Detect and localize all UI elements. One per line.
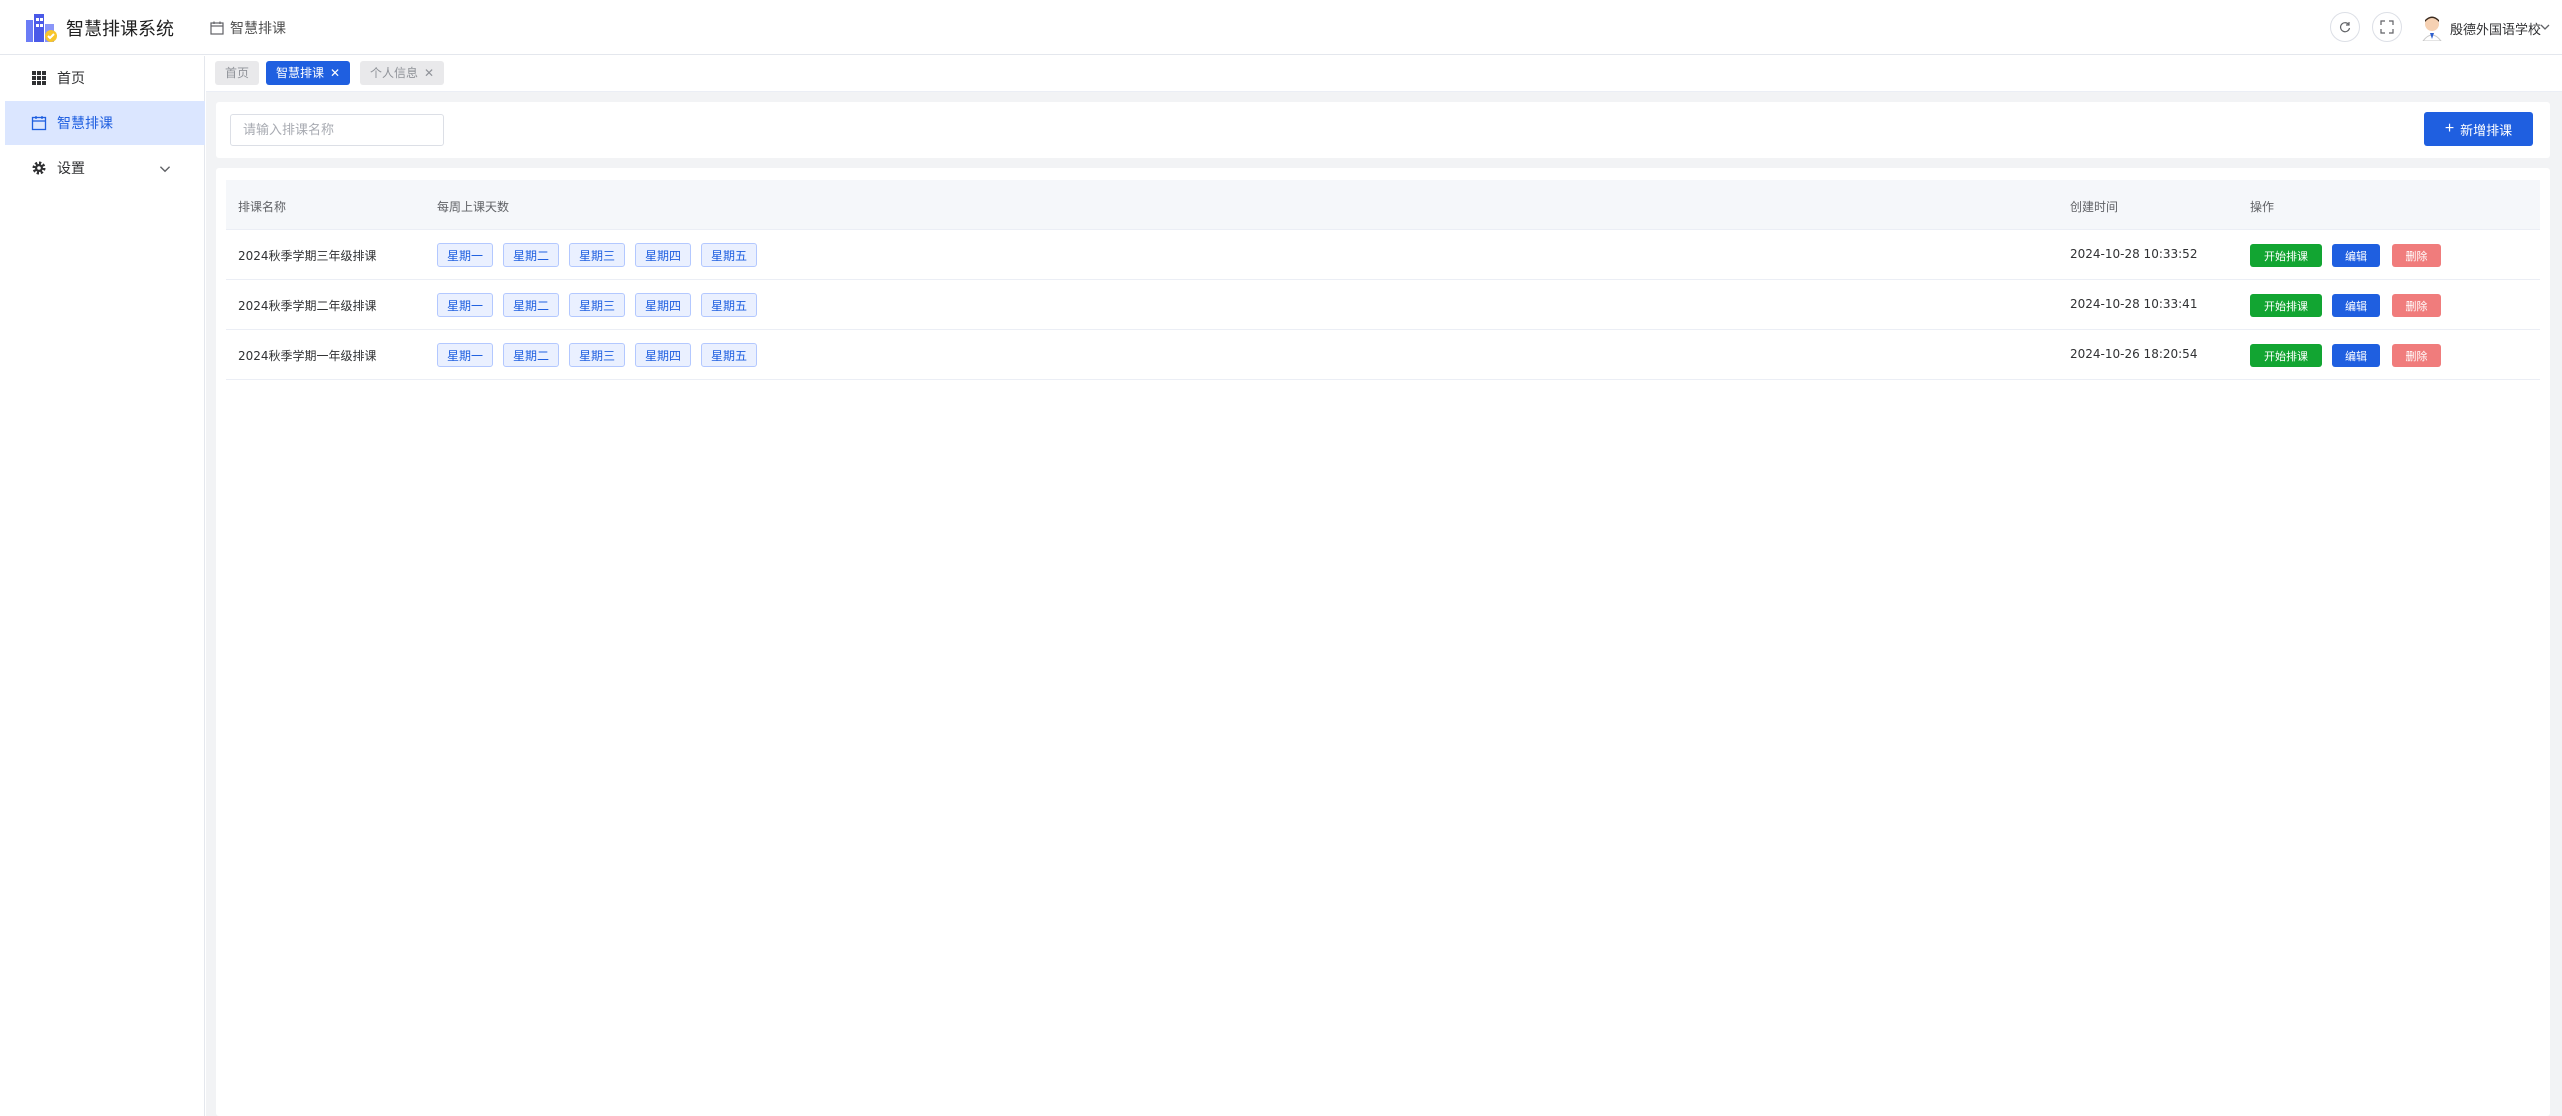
avatar[interactable] xyxy=(2418,13,2446,41)
calendar-icon xyxy=(210,21,224,35)
day-tag: 星期一 xyxy=(437,293,493,317)
tab-home[interactable]: 首页 xyxy=(215,61,260,85)
chevron-down-icon xyxy=(159,166,171,173)
sidebar-item-label: 设置 xyxy=(57,161,85,177)
tab-scheduling[interactable]: 智慧排课 ✕ xyxy=(266,61,351,85)
fullscreen-icon xyxy=(2380,20,2394,34)
created-time: 2024-10-26 18:20:54 xyxy=(2070,347,2198,361)
day-tag: 星期五 xyxy=(701,243,757,267)
day-tag: 星期二 xyxy=(503,343,559,367)
column-header-created: 创建时间 xyxy=(2070,200,2119,214)
refresh-button[interactable] xyxy=(2330,12,2360,42)
refresh-icon xyxy=(2339,22,2351,33)
column-header-name: 排课名称 xyxy=(238,200,287,214)
tab-label: 智慧排课 xyxy=(276,66,325,80)
search-card xyxy=(216,102,2550,158)
top-header: 智慧排课系统 智慧排课 殷德外国语学校 xyxy=(0,0,2562,55)
user-name[interactable]: 殷德外国语学校 xyxy=(2450,19,2541,38)
breadcrumb: 智慧排课 xyxy=(210,18,286,38)
schedule-name: 2024秋季学期二年级排课 xyxy=(238,299,377,313)
breadcrumb-label: 智慧排课 xyxy=(230,21,286,37)
edit-button[interactable]: 编辑 xyxy=(2332,344,2380,367)
app-root: 智慧排课系统 智慧排课 殷德外国语学校 首页 智慧排课 设置 首页 智慧排课 ✕… xyxy=(0,0,2562,1116)
day-tag: 星期五 xyxy=(701,343,757,367)
day-tag: 星期二 xyxy=(503,293,559,317)
grid-icon xyxy=(32,71,46,85)
calendar-icon xyxy=(31,116,47,131)
sidebar-item-scheduling[interactable]: 智慧排课 xyxy=(5,101,205,145)
fullscreen-button[interactable] xyxy=(2372,12,2402,42)
delete-button[interactable]: 删除 xyxy=(2392,344,2441,367)
delete-button[interactable]: 删除 xyxy=(2392,294,2441,317)
tabs-bar: 首页 智慧排课 ✕ 个人信息 ✕ xyxy=(206,56,2562,92)
sidebar-item-settings[interactable]: 设置 xyxy=(5,146,205,190)
day-tag: 星期四 xyxy=(635,343,691,367)
table-header: 排课名称 每周上课天数 创建时间 操作 xyxy=(226,180,2540,230)
start-schedule-button[interactable]: 开始排课 xyxy=(2250,294,2322,317)
start-schedule-button[interactable]: 开始排课 xyxy=(2250,344,2322,367)
tab-label: 个人信息 xyxy=(370,66,419,80)
day-tag: 星期二 xyxy=(503,243,559,267)
table-row: 2024秋季学期一年级排课 星期一 星期二 星期三 星期四 星期五 2024-1… xyxy=(226,330,2540,380)
close-icon[interactable]: ✕ xyxy=(330,67,340,79)
sidebar-item-home[interactable]: 首页 xyxy=(5,56,205,100)
tab-profile[interactable]: 个人信息 ✕ xyxy=(360,61,445,85)
edit-button[interactable]: 编辑 xyxy=(2332,244,2380,267)
plus-icon: + xyxy=(2444,120,2455,137)
sidebar-item-label: 智慧排课 xyxy=(57,116,113,132)
schedule-name: 2024秋季学期一年级排课 xyxy=(238,349,377,363)
day-tag: 星期三 xyxy=(569,293,625,317)
add-schedule-button[interactable]: + 新增排课 xyxy=(2424,112,2533,146)
gear-icon xyxy=(32,161,46,175)
table-row: 2024秋季学期二年级排课 星期一 星期二 星期三 星期四 星期五 2024-1… xyxy=(226,280,2540,330)
tab-label: 首页 xyxy=(225,66,250,80)
search-input[interactable] xyxy=(230,114,444,146)
created-time: 2024-10-28 10:33:41 xyxy=(2070,297,2198,311)
column-header-actions: 操作 xyxy=(2250,200,2275,214)
edit-button[interactable]: 编辑 xyxy=(2332,294,2380,317)
app-logo-icon xyxy=(26,14,57,42)
sidebar: 首页 智慧排课 设置 xyxy=(5,56,205,1116)
close-icon[interactable]: ✕ xyxy=(424,67,434,79)
chevron-down-icon[interactable] xyxy=(2538,20,2552,34)
day-tag: 星期四 xyxy=(635,293,691,317)
day-tag: 星期五 xyxy=(701,293,757,317)
sidebar-item-label: 首页 xyxy=(57,71,85,87)
day-tag: 星期三 xyxy=(569,343,625,367)
add-schedule-label: 新增排课 xyxy=(2460,122,2513,138)
day-tag: 星期四 xyxy=(635,243,691,267)
start-schedule-button[interactable]: 开始排课 xyxy=(2250,244,2322,267)
schedule-name: 2024秋季学期三年级排课 xyxy=(238,249,377,263)
day-tag: 星期一 xyxy=(437,343,493,367)
day-tag: 星期三 xyxy=(569,243,625,267)
column-header-days: 每周上课天数 xyxy=(437,200,510,214)
table-row: 2024秋季学期三年级排课 星期一 星期二 星期三 星期四 星期五 2024-1… xyxy=(226,230,2540,280)
delete-button[interactable]: 删除 xyxy=(2392,244,2441,267)
day-tag: 星期一 xyxy=(437,243,493,267)
app-title: 智慧排课系统 xyxy=(66,19,174,40)
created-time: 2024-10-28 10:33:52 xyxy=(2070,247,2198,261)
